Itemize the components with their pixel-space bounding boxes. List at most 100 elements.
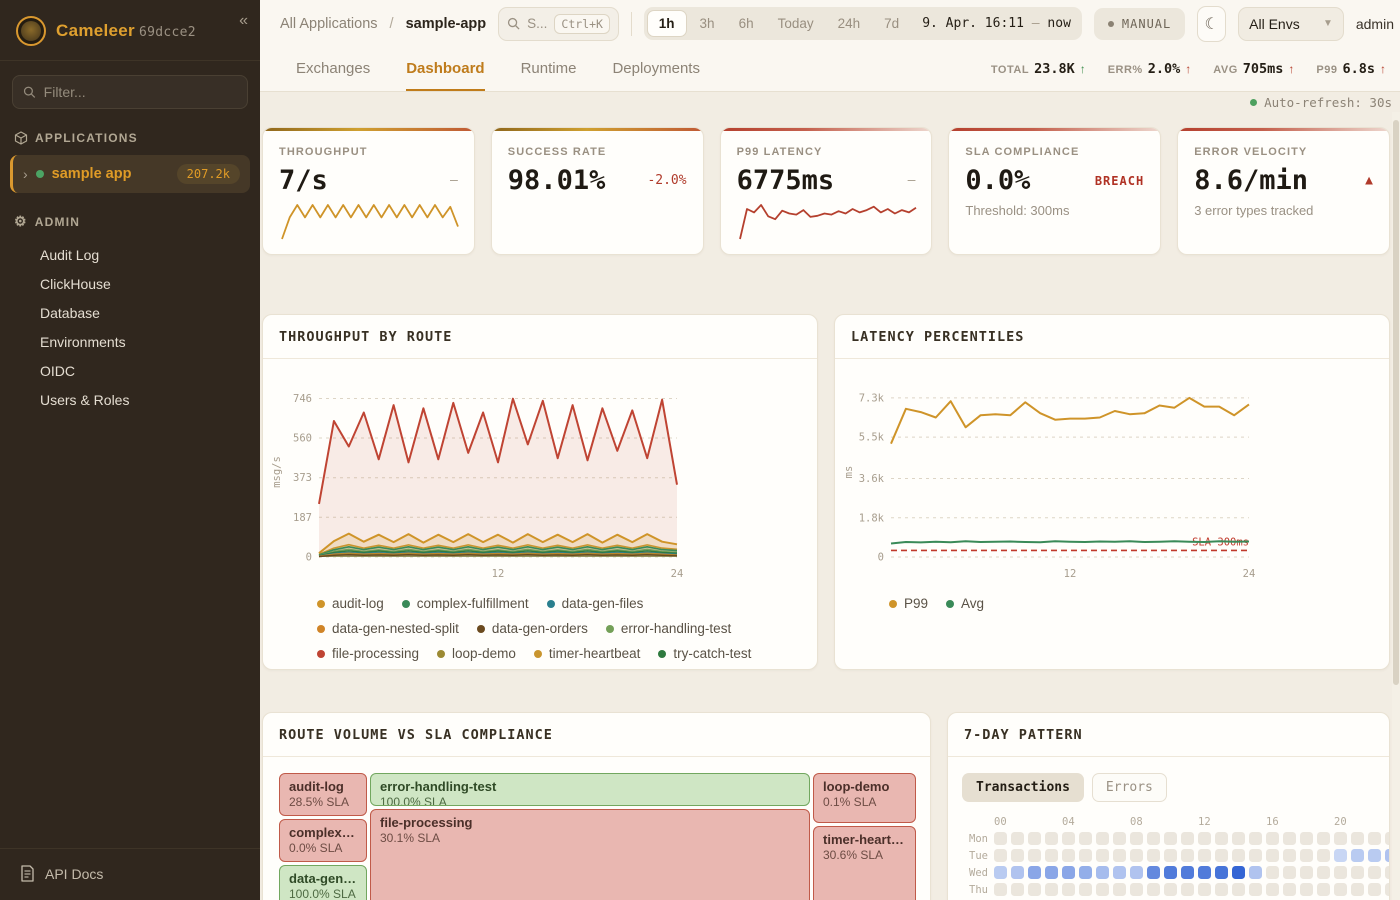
treemap-box-sla: 100.0% SLA (380, 795, 800, 806)
legend-item-error-handling-test[interactable]: error-handling-test (606, 621, 731, 636)
legend-dot (437, 650, 445, 658)
heatmap-cell (1300, 883, 1313, 896)
stat-p99: P996.8s↑ (1316, 61, 1386, 77)
legend-item-complex-fulfillment[interactable]: complex-fulfillment (402, 596, 529, 611)
sidebar-item-audit-log[interactable]: Audit Log (40, 240, 260, 269)
sidebar-header: Cameleer69dcce2 « (0, 0, 260, 61)
legend-item-p99[interactable]: P99 (889, 596, 928, 611)
heatmap-cell (1351, 849, 1364, 862)
legend-item-data-gen-orders[interactable]: data-gen-orders (477, 621, 588, 636)
kpi-card-throughput: THROUGHPUT 7/s – (262, 127, 475, 255)
legend-dot (477, 625, 485, 633)
treemap-box-data-gen-files[interactable]: data-gen-files100.0% SLA (279, 865, 367, 900)
breach-badge: BREACH (1095, 174, 1144, 188)
tabs: Exchanges Dashboard Runtime Deployments (296, 47, 700, 91)
time-range-1h[interactable]: 1h (647, 10, 687, 37)
chevron-right-icon[interactable]: › (23, 166, 28, 182)
card-accent (1178, 128, 1389, 131)
stat-avg: AVG705ms↑ (1213, 61, 1294, 77)
heatmap-cell (1130, 883, 1143, 896)
time-range-3h[interactable]: 3h (689, 11, 726, 36)
trend-up-icon: ↑ (1185, 62, 1191, 76)
treemap-box-complex-fulfillment[interactable]: complex-fulfillment0.0% SLA (279, 819, 367, 862)
legend-item-data-gen-nested-split[interactable]: data-gen-nested-split (317, 621, 459, 636)
sidebar-item-sample-app[interactable]: › sample app 207.2k (10, 155, 250, 193)
treemap-box-error-handling-test[interactable]: error-handling-test100.0% SLA (370, 773, 810, 806)
heatmap-hour-label: 00 (994, 816, 1007, 828)
tab-deployments[interactable]: Deployments (612, 47, 700, 91)
heatmap-cell (1079, 866, 1092, 879)
time-range-today[interactable]: Today (767, 11, 825, 36)
sidebar-item-users-roles[interactable]: Users & Roles (40, 385, 260, 414)
legend-dot (547, 600, 555, 608)
legend-item-loop-demo[interactable]: loop-demo (437, 646, 516, 661)
tab-runtime[interactable]: Runtime (521, 47, 577, 91)
kpi-subtext: 3 error types tracked (1194, 203, 1373, 218)
legend-label: Avg (961, 596, 984, 611)
legend-item-try-catch-test[interactable]: try-catch-test (658, 646, 751, 661)
heatmap-cell (1147, 849, 1160, 862)
heatmap-cell (1164, 866, 1177, 879)
heatmap-cell (1232, 849, 1245, 862)
time-range-custom[interactable]: 9. Apr. 16:11 — now (912, 16, 1079, 31)
treemap-box-sla: 30.6% SLA (823, 848, 906, 862)
latency-chart: 01.8k3.6k5.5k7.3k1224msSLA 300ms (841, 373, 1373, 590)
treemap-box-audit-log[interactable]: audit-log28.5% SLA (279, 773, 367, 816)
api-docs-link[interactable]: API Docs (0, 848, 260, 900)
heatmap-cell (1045, 883, 1058, 896)
treemap-box-timer-heartbeat[interactable]: timer-heartbeat30.6% SLA (813, 826, 916, 900)
treemap-box-file-processing[interactable]: file-processing30.1% SLA (370, 809, 810, 900)
dark-mode-toggle[interactable]: ☾ (1197, 6, 1226, 42)
legend-item-file-processing[interactable]: file-processing (317, 646, 419, 661)
heatmap-cell (1079, 832, 1092, 845)
sidebar-collapse-button[interactable]: « (239, 12, 248, 30)
heatmap-hour-label: 12 (1198, 816, 1211, 828)
heatmap-cell (1062, 849, 1075, 862)
kpi-delta: -2.0% (647, 173, 686, 188)
sidebar-filter-input[interactable] (44, 84, 237, 100)
environment-select[interactable]: All Envs ▼ (1238, 7, 1344, 41)
legend-dot (402, 600, 410, 608)
sidebar-item-oidc[interactable]: OIDC (40, 356, 260, 385)
manual-refresh-button[interactable]: MANUAL (1094, 8, 1185, 40)
legend-item-timer-heartbeat[interactable]: timer-heartbeat (534, 646, 641, 661)
time-range-7d[interactable]: 7d (873, 11, 910, 36)
stat-value: 6.8s (1342, 61, 1375, 77)
divider (631, 12, 632, 36)
auto-refresh-label: Auto-refresh: 30s (1264, 95, 1392, 110)
heatmap-cell (1198, 849, 1211, 862)
legend-item-audit-log[interactable]: audit-log (317, 596, 384, 611)
heatmap-cell (1266, 849, 1279, 862)
tab-exchanges[interactable]: Exchanges (296, 47, 370, 91)
toggle-transactions[interactable]: Transactions (962, 773, 1084, 802)
sidebar-item-environments[interactable]: Environments (40, 327, 260, 356)
scrollbar[interactable] (1392, 112, 1400, 900)
trend-up-icon: ↑ (1080, 62, 1086, 76)
sidebar-item-clickhouse[interactable]: ClickHouse (40, 269, 260, 298)
svg-text:24: 24 (1243, 568, 1256, 580)
legend-item-avg[interactable]: Avg (946, 596, 984, 611)
heatmap-cell (1385, 832, 1390, 845)
search-shortcut: Ctrl+K (554, 14, 610, 34)
treemap-box-loop-demo[interactable]: loop-demo0.1% SLA (813, 773, 916, 823)
global-search-button[interactable]: S... Ctrl+K (498, 7, 619, 41)
treemap-box-name: file-processing (380, 815, 800, 830)
toggle-errors[interactable]: Errors (1092, 773, 1167, 802)
treemap-box-name: audit-log (289, 779, 357, 794)
sidebar-item-database[interactable]: Database (40, 298, 260, 327)
heatmap-cell (1385, 866, 1390, 879)
heatmap-cell (1147, 883, 1160, 896)
tab-dashboard[interactable]: Dashboard (406, 47, 484, 91)
kpi-card-p99-latency: P99 LATENCY 6775ms – (720, 127, 933, 255)
svg-text:746: 746 (293, 393, 312, 405)
heatmap-cell (1062, 866, 1075, 879)
logo-icon (16, 16, 46, 46)
time-range-24h[interactable]: 24h (827, 11, 872, 36)
time-range-6h[interactable]: 6h (728, 11, 765, 36)
legend-item-data-gen-files[interactable]: data-gen-files (547, 596, 644, 611)
sidebar-filter (12, 75, 248, 109)
breadcrumb-all-applications[interactable]: All Applications (280, 16, 378, 32)
heatmap-cell (1096, 832, 1109, 845)
scrollbar-thumb[interactable] (1393, 120, 1399, 685)
chart-body: 01873735607461224msg/s audit-logcomplex-… (263, 359, 817, 661)
